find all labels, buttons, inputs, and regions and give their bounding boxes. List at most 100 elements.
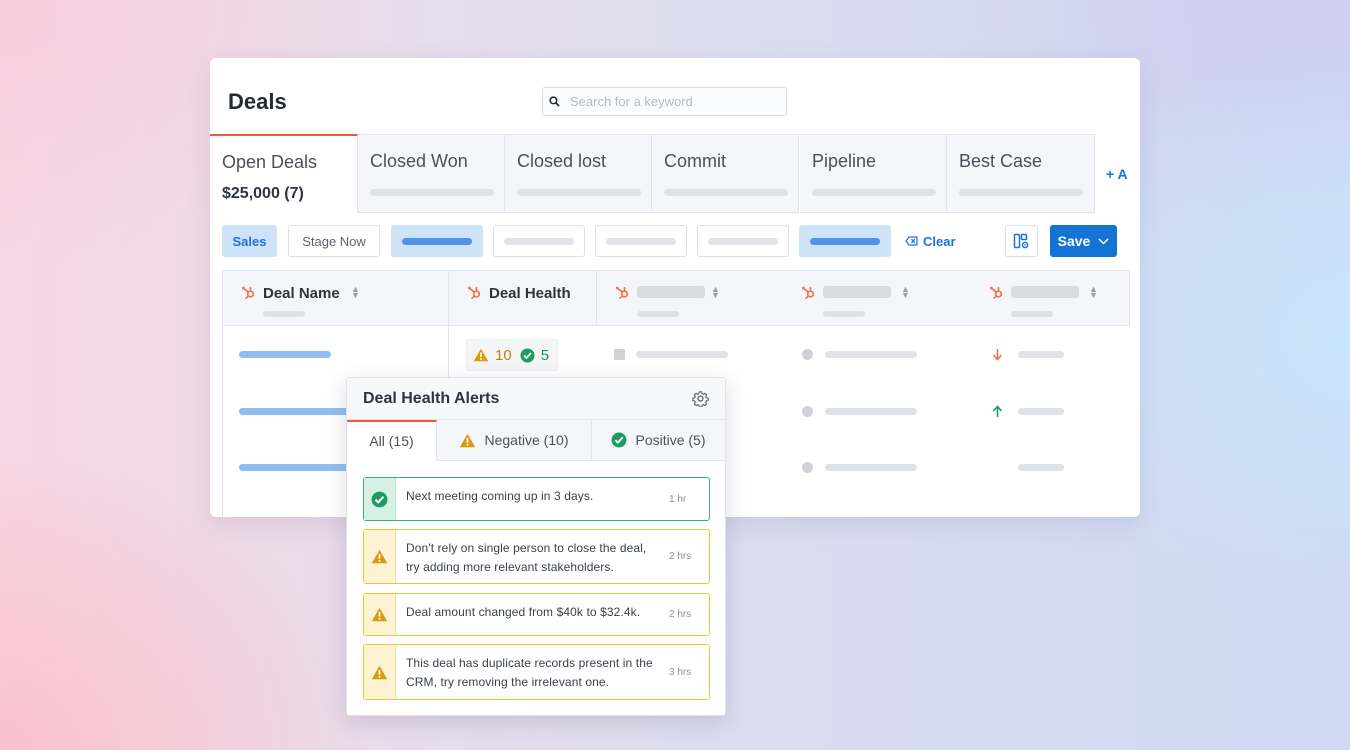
- deal-name-link[interactable]: [239, 351, 331, 358]
- alert-text: Deal amount changed from $40k to $32.4k.: [406, 605, 641, 619]
- alert-text: Don't rely on single person to close the…: [406, 541, 647, 574]
- placeholder-bar: [637, 311, 679, 317]
- hubspot-icon: [989, 286, 1003, 300]
- filter-bar: Sales Stage Now Clear Save: [222, 225, 1122, 257]
- tab-label: Closed lost: [517, 151, 607, 171]
- placeholder-bar: [402, 237, 472, 245]
- placeholder-bar: [959, 189, 1083, 196]
- save-label: Save: [1057, 233, 1091, 249]
- column-label: Deal Name: [263, 285, 340, 302]
- alert-item-positive[interactable]: Next meeting coming up in 3 days. 1 hr: [363, 477, 710, 521]
- column-header-deal-health[interactable]: Deal Health: [449, 271, 597, 327]
- tab-value: $25,000 (7): [222, 185, 304, 202]
- filter-chip[interactable]: [799, 225, 891, 257]
- tab-label: Negative (10): [484, 432, 569, 448]
- chevron-down-icon: [1098, 237, 1109, 245]
- tab-negative-alerts[interactable]: Negative (10): [437, 420, 592, 461]
- filter-chip[interactable]: [493, 225, 585, 257]
- filter-chip[interactable]: [595, 225, 687, 257]
- arrow-up-icon: [992, 405, 1003, 417]
- placeholder-bar: [606, 237, 676, 245]
- tab-all-alerts[interactable]: All (15): [347, 420, 437, 461]
- alert-time: 2 hrs: [669, 609, 692, 620]
- placeholder-bar: [370, 189, 494, 196]
- placeholder-bar: [517, 189, 641, 196]
- sort-icon[interactable]: ▲ ▼: [1089, 285, 1098, 300]
- placeholder-bar: [504, 237, 574, 245]
- alert-time: 2 hrs: [669, 551, 692, 562]
- placeholder-bar: [1011, 286, 1079, 298]
- sort-icon[interactable]: ▲ ▼: [901, 285, 910, 300]
- clear-label: Clear: [923, 233, 956, 249]
- clear-icon: [905, 236, 918, 246]
- warning-icon: [371, 607, 388, 622]
- deal-name-link[interactable]: [239, 408, 349, 415]
- tab-positive-alerts[interactable]: Positive (5): [592, 420, 725, 461]
- column-header-deal-name[interactable]: Deal Name ▲ ▼: [223, 271, 449, 327]
- filter-chip[interactable]: [391, 225, 483, 257]
- tab-open-deals[interactable]: Open Deals $25,000 (7): [210, 134, 358, 213]
- alert-item-negative[interactable]: Deal amount changed from $40k to $32.4k.…: [363, 593, 710, 636]
- check-circle-icon: [520, 348, 535, 362]
- filter-chip[interactable]: [697, 225, 789, 257]
- alert-text: This deal has duplicate records present …: [406, 656, 653, 689]
- tab-commit[interactable]: Commit: [652, 134, 799, 213]
- column-divider: [222, 270, 223, 517]
- search-box[interactable]: [542, 87, 787, 116]
- column-label: Deal Health: [489, 285, 571, 302]
- alert-tabs: All (15) Negative (10) Positive (5): [347, 420, 725, 461]
- sort-icon[interactable]: ▲ ▼: [711, 285, 720, 300]
- clear-filters-button[interactable]: Clear: [905, 225, 956, 257]
- save-button[interactable]: Save: [1050, 225, 1117, 257]
- tab-label: Pipeline: [812, 151, 877, 171]
- alert-item-negative[interactable]: This deal has duplicate records present …: [363, 644, 710, 700]
- tab-closed-lost[interactable]: Closed lost: [505, 134, 652, 213]
- stage-now-filter[interactable]: Stage Now: [288, 225, 380, 257]
- tab-label: Best Case: [959, 151, 1043, 171]
- placeholder-bar: [825, 464, 917, 471]
- alert-icon-cell: [364, 594, 396, 635]
- placeholder-bar: [823, 286, 891, 298]
- hubspot-icon: [801, 286, 815, 300]
- warning-icon: [371, 665, 388, 679]
- placeholder-bar: [823, 311, 865, 317]
- hubspot-icon: [467, 286, 481, 300]
- deal-health-badge[interactable]: 10 5: [466, 339, 558, 371]
- layout-settings-button[interactable]: [1005, 225, 1038, 257]
- placeholder-bar: [1018, 351, 1064, 358]
- alert-time: 1 hr: [669, 493, 687, 505]
- alert-time: 3 hrs: [669, 666, 692, 678]
- tab-label: Commit: [664, 151, 726, 171]
- deal-name-link[interactable]: [239, 464, 349, 471]
- check-circle-icon: [371, 491, 388, 507]
- tab-best-case[interactable]: Best Case: [947, 134, 1095, 213]
- status-dot: [802, 406, 813, 417]
- placeholder-bar: [637, 286, 705, 298]
- check-circle-icon: [612, 432, 627, 448]
- status-dot: [802, 349, 813, 360]
- warning-icon: [371, 549, 388, 564]
- add-tab-button[interactable]: + A: [1106, 166, 1128, 182]
- arrow-down-icon: [992, 349, 1003, 361]
- tab-pipeline[interactable]: Pipeline: [800, 134, 947, 213]
- alert-icon-cell: [364, 530, 396, 583]
- page-title: Deals: [228, 89, 287, 114]
- column-divider: [596, 270, 597, 326]
- positive-count: 5: [540, 346, 550, 364]
- warning-icon: [460, 433, 476, 447]
- search-input[interactable]: [570, 94, 770, 109]
- tab-closed-won[interactable]: Closed Won: [358, 134, 505, 213]
- placeholder-bar: [825, 351, 917, 358]
- gear-icon[interactable]: [692, 390, 709, 407]
- sort-icon[interactable]: ▲ ▼: [351, 285, 360, 300]
- alert-item-negative[interactable]: Don't rely on single person to close the…: [363, 529, 710, 584]
- placeholder-bar: [1018, 464, 1064, 471]
- placeholder-bar: [825, 408, 917, 415]
- sales-filter[interactable]: Sales: [222, 225, 277, 257]
- popover-title: Deal Health Alerts: [363, 390, 500, 407]
- column-header[interactable]: ▲ ▼: [971, 271, 1131, 327]
- column-header[interactable]: ▲ ▼: [597, 271, 783, 327]
- column-header[interactable]: ▲ ▼: [783, 271, 971, 327]
- placeholder-bar: [1011, 311, 1053, 317]
- hubspot-icon: [615, 286, 629, 300]
